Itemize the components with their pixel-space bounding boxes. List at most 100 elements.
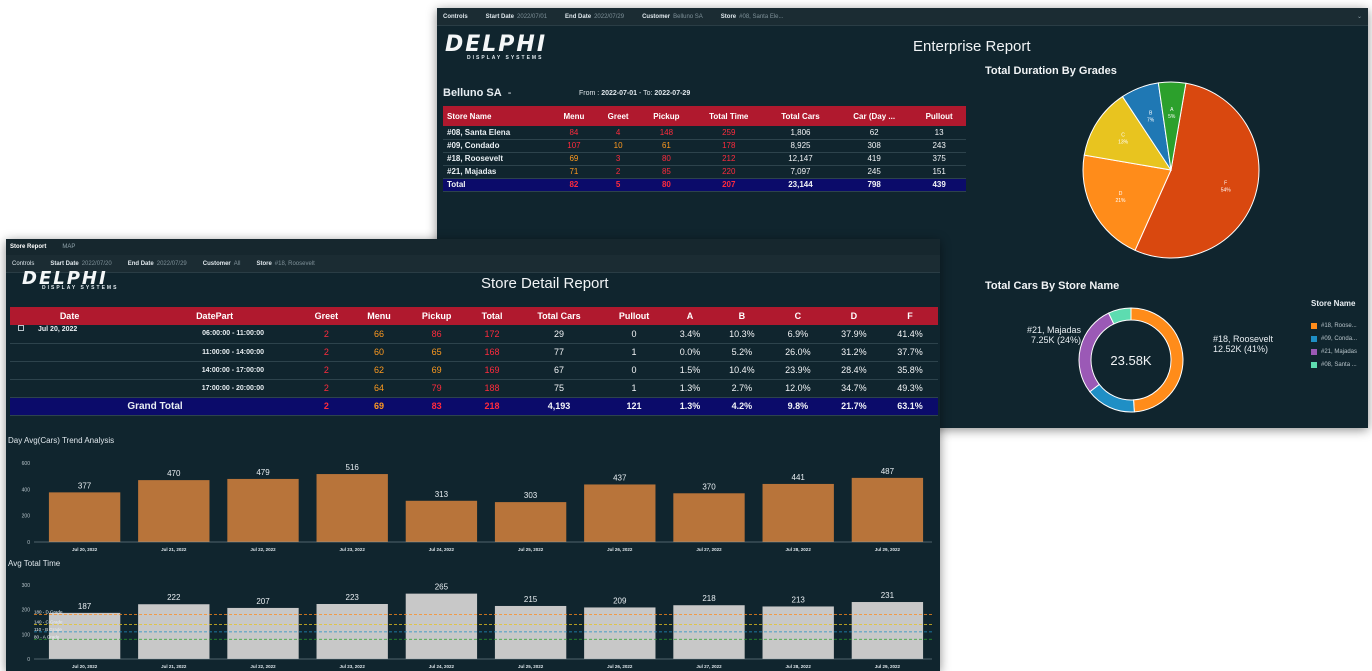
bar-value-label: 218: [702, 594, 716, 603]
value-cell: 62: [352, 361, 406, 380]
x-tick-label: Jul 27, 2022: [696, 547, 722, 552]
tab-store-report[interactable]: Store Report: [10, 244, 46, 250]
start-date-control[interactable]: Start Date 2022/07/20: [50, 261, 111, 267]
column-header[interactable]: Pickup: [640, 106, 693, 126]
pie-slice-category-label: D: [1119, 191, 1123, 197]
bar-value-label: 303: [524, 491, 538, 500]
bar[interactable]: [227, 478, 299, 542]
column-header[interactable]: Pullout: [601, 307, 667, 325]
end-date-control[interactable]: End Date 2022/07/29: [565, 14, 624, 20]
datepart-cell: 14:00:00 - 17:00:00: [129, 361, 300, 380]
customer-control[interactable]: Customer All: [203, 261, 241, 267]
duration-by-grades-pie: F54%D21%C13%B7%A5%: [1082, 81, 1260, 259]
bar[interactable]: [405, 500, 478, 542]
start-date-control[interactable]: Start Date 2022/07/01: [486, 14, 547, 20]
table-row[interactable]: 14:00:00 - 17:00:00 2 62 69 169 67 0 1.5% 10.4% 2…: [10, 361, 938, 380]
bar[interactable]: [494, 502, 567, 542]
donut-segment[interactable]: [1089, 383, 1135, 413]
bar[interactable]: [584, 607, 656, 659]
bar[interactable]: [405, 593, 478, 659]
chevron-down-icon[interactable]: ⌄: [1357, 13, 1362, 20]
bar-value-label: 377: [78, 481, 92, 490]
legend-item[interactable]: #21, Majadas: [1311, 345, 1357, 358]
legend-title: Store Name: [1311, 299, 1356, 308]
expand-checkbox[interactable]: [18, 325, 24, 331]
value-cell: 77: [516, 343, 602, 362]
total-cell: 23,144: [764, 178, 837, 192]
controls-toggle[interactable]: Controls: [12, 261, 34, 267]
table-row[interactable]: #09, Condado 107 10 61 178 8,925 308 243: [443, 139, 966, 153]
bar[interactable]: [138, 604, 210, 659]
value-cell: 8,925: [764, 139, 837, 153]
bar[interactable]: [762, 606, 834, 659]
column-header[interactable]: F: [881, 307, 938, 325]
column-header[interactable]: Greet: [596, 106, 641, 126]
legend-item[interactable]: #08, Santa ...: [1311, 358, 1357, 371]
column-header[interactable]: Car (Day ...: [836, 106, 913, 126]
bar[interactable]: [316, 603, 388, 659]
total-cell: 798: [836, 178, 913, 192]
bar[interactable]: [584, 484, 656, 542]
controls-toggle[interactable]: Controls: [443, 14, 468, 20]
bar[interactable]: [851, 477, 924, 542]
legend-item[interactable]: #18, Roose...: [1311, 319, 1357, 332]
table-row[interactable]: 17:00:00 - 20:00:00 2 64 79 188 75 1 1.3% 2.7% 12…: [10, 379, 938, 398]
donut-segment[interactable]: [1078, 312, 1115, 393]
table-row[interactable]: Jul 20, 2022 06:00:00 - 11:00:00 2 66 86 172 2…: [10, 325, 938, 344]
column-header[interactable]: Total Time: [692, 106, 765, 126]
customer-control[interactable]: Customer Belluno SA: [642, 14, 703, 20]
table-row[interactable]: #21, Majadas 71 2 85 220 7,097 245 151: [443, 165, 966, 179]
bar[interactable]: [316, 474, 388, 542]
end-date-control[interactable]: End Date 2022/07/29: [128, 261, 187, 267]
column-header[interactable]: DatePart: [129, 307, 300, 325]
table-row[interactable]: 11:00:00 - 14:00:00 2 60 65 168 77 1 0.0% 5.2% 26…: [10, 343, 938, 362]
legend-item[interactable]: #09, Conda...: [1311, 332, 1357, 345]
bar[interactable]: [138, 480, 210, 542]
bar[interactable]: [762, 483, 834, 542]
column-header[interactable]: Total: [467, 307, 517, 325]
column-header[interactable]: Pickup: [405, 307, 468, 325]
bar-value-label: 479: [256, 468, 270, 477]
store-control[interactable]: Store #18, Roosevelt: [256, 261, 314, 267]
value-cell: 35.8%: [881, 361, 938, 380]
store-control[interactable]: Store #08, Santa Ele...: [721, 14, 784, 20]
column-header[interactable]: Date: [10, 307, 130, 325]
bar-value-label: 222: [167, 593, 181, 602]
tab-map[interactable]: MAP: [62, 244, 75, 250]
value-cell: 31.2%: [825, 343, 882, 362]
column-header[interactable]: Greet: [300, 307, 353, 325]
table-row[interactable]: #08, Santa Elena 84 4 148 259 1,806 62 13: [443, 126, 966, 140]
store-controls-bar: Controls Start Date 2022/07/20 End Date 20…: [6, 255, 940, 273]
value-cell: 375: [912, 152, 966, 166]
x-tick-label: Jul 26, 2022: [607, 547, 633, 552]
column-header[interactable]: Menu: [352, 307, 406, 325]
bar-value-label: 213: [792, 595, 806, 604]
bar[interactable]: [673, 493, 745, 542]
bar[interactable]: [851, 602, 924, 659]
value-cell: 23.9%: [769, 361, 826, 380]
bar[interactable]: [48, 492, 121, 542]
bar[interactable]: [227, 607, 299, 659]
column-header[interactable]: Total Cars: [516, 307, 602, 325]
store-name-cell: #21, Majadas: [443, 165, 552, 179]
column-header[interactable]: Total Cars: [764, 106, 837, 126]
column-header[interactable]: Pullout: [912, 106, 966, 126]
table-row[interactable]: #18, Roosevelt 69 3 80 212 12,147 419 375: [443, 152, 966, 166]
value-cell: 34.7%: [825, 379, 882, 398]
column-header[interactable]: C: [769, 307, 826, 325]
grade-reference-label: 140 - C Grade: [34, 619, 63, 624]
pie-slice-percent-label: 7%: [1147, 118, 1155, 124]
column-header[interactable]: Menu: [551, 106, 597, 126]
y-tick-label: 200: [22, 608, 31, 614]
total-cell: 80: [640, 178, 693, 192]
value-cell: 308: [836, 139, 913, 153]
value-cell: 2: [300, 343, 353, 362]
value-cell: 10.4%: [713, 361, 770, 380]
column-header[interactable]: Store Name: [443, 106, 552, 126]
delphi-logo-subtitle: DISPLAY SYSTEMS: [467, 55, 544, 61]
bar[interactable]: [494, 605, 567, 659]
value-cell: 86: [405, 325, 468, 344]
column-header[interactable]: B: [713, 307, 770, 325]
column-header[interactable]: D: [825, 307, 882, 325]
column-header[interactable]: A: [666, 307, 714, 325]
